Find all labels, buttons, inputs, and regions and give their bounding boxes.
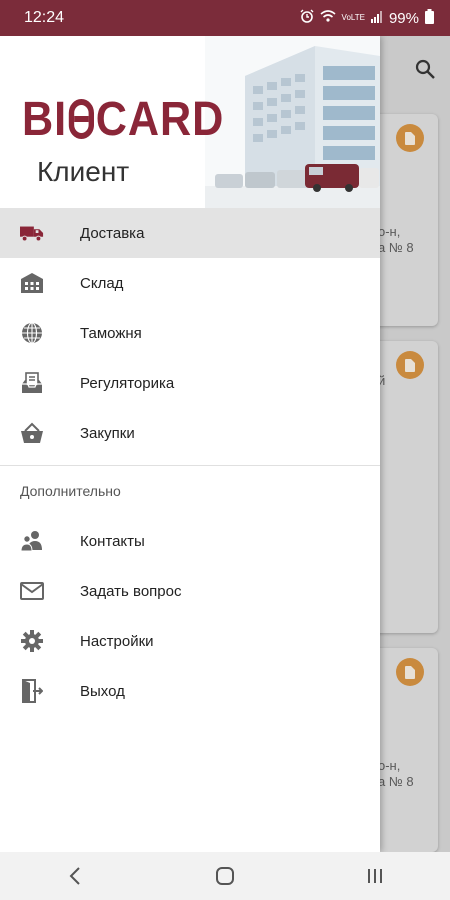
gear-icon bbox=[20, 629, 44, 653]
signal-icon bbox=[370, 10, 383, 27]
network-type: VoLTE bbox=[341, 13, 365, 22]
menu-label: Задать вопрос bbox=[80, 582, 182, 600]
card-text: о-н, bbox=[378, 758, 401, 773]
system-nav-bar bbox=[0, 852, 450, 900]
people-icon bbox=[20, 529, 44, 553]
status-icons: VoLTE 99% bbox=[300, 8, 434, 28]
wifi-icon bbox=[320, 9, 336, 27]
battery-icon bbox=[425, 8, 434, 28]
menu-item-ask-question[interactable]: Задать вопрос bbox=[0, 566, 380, 616]
logo-text-right: CARD bbox=[95, 93, 225, 146]
extra-menu: Контакты Задать вопрос Настройки Выход bbox=[0, 516, 380, 716]
menu-label: Склад bbox=[80, 274, 124, 292]
menu-item-customs[interactable]: Таможня bbox=[0, 308, 380, 358]
menu-item-delivery[interactable]: Доставка bbox=[0, 208, 380, 258]
basket-icon bbox=[20, 421, 44, 445]
menu-label: Закупки bbox=[80, 424, 135, 442]
biocard-logo: BI CARD bbox=[22, 94, 224, 146]
navigation-drawer: BI CARD Клиент Доставка Склад Таможня Ре… bbox=[0, 36, 380, 852]
menu-label: Доставка bbox=[80, 224, 145, 242]
back-icon[interactable] bbox=[45, 856, 105, 896]
inbox-document-icon bbox=[20, 371, 44, 395]
section-title: Дополнительно bbox=[20, 483, 121, 499]
warehouse-icon bbox=[20, 271, 44, 295]
building-illustration bbox=[205, 36, 380, 208]
drawer-header: BI CARD Клиент bbox=[0, 36, 380, 208]
menu-item-logout[interactable]: Выход bbox=[0, 666, 380, 716]
battery-percent: 99% bbox=[388, 9, 419, 27]
menu-label: Настройки bbox=[80, 632, 154, 650]
card-text: о-н, bbox=[378, 224, 401, 239]
logo-text-left: BI bbox=[22, 93, 67, 146]
mail-icon bbox=[20, 579, 44, 603]
menu-item-contacts[interactable]: Контакты bbox=[0, 516, 380, 566]
document-icon bbox=[396, 658, 424, 686]
alarm-icon bbox=[300, 9, 314, 27]
search-icon[interactable] bbox=[414, 58, 436, 80]
card-text: а № 8 bbox=[378, 774, 414, 789]
menu-label: Выход bbox=[80, 682, 125, 700]
menu-item-purchases[interactable]: Закупки bbox=[0, 408, 380, 458]
document-icon bbox=[396, 351, 424, 379]
status-bar: 12:24 VoLTE 99% bbox=[0, 0, 450, 36]
menu-item-settings[interactable]: Настройки bbox=[0, 616, 380, 666]
menu-item-warehouse[interactable]: Склад bbox=[0, 258, 380, 308]
logo-pill bbox=[68, 99, 94, 139]
status-time: 12:24 bbox=[24, 9, 65, 26]
card-text: а № 8 bbox=[378, 240, 414, 255]
home-icon[interactable] bbox=[195, 856, 255, 896]
menu-label: Контакты bbox=[80, 532, 145, 550]
exit-icon bbox=[20, 679, 44, 703]
recent-apps-icon[interactable] bbox=[345, 856, 405, 896]
globe-icon bbox=[20, 321, 44, 345]
menu-label: Таможня bbox=[80, 324, 142, 342]
menu-item-regulatory[interactable]: Регуляторика bbox=[0, 358, 380, 408]
truck-icon bbox=[20, 221, 44, 245]
menu-label: Регуляторика bbox=[80, 374, 175, 392]
document-icon bbox=[396, 124, 424, 152]
drawer-subtitle: Клиент bbox=[37, 156, 130, 187]
main-menu: Доставка Склад Таможня Регуляторика Заку… bbox=[0, 208, 380, 458]
